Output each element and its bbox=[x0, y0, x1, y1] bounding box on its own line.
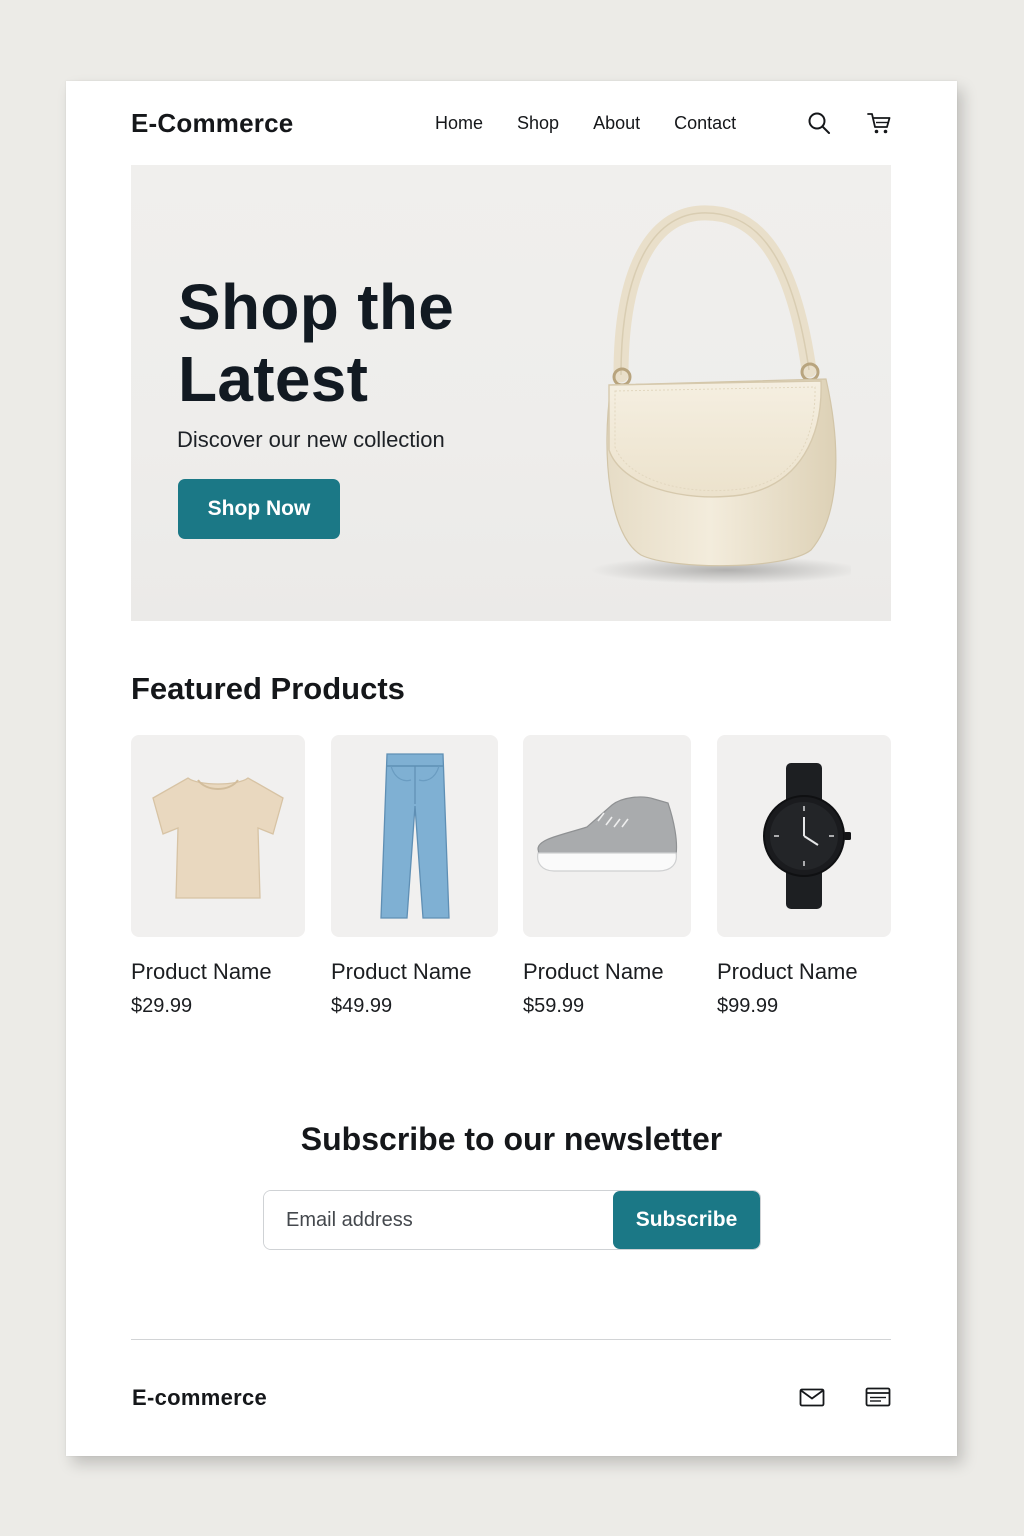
product-image-sneaker[interactable] bbox=[523, 735, 691, 937]
product-card[interactable]: Product Name $99.99 bbox=[717, 735, 891, 1018]
hero-banner: Shop the Latest Discover our new collect… bbox=[131, 165, 891, 621]
product-price: $29.99 bbox=[131, 995, 193, 1017]
product-name[interactable]: Product Name bbox=[131, 959, 305, 985]
hero-subtitle: Discover our new collection bbox=[177, 427, 445, 452]
hero-handbag-image bbox=[591, 205, 851, 584]
product-image-watch[interactable] bbox=[717, 735, 891, 937]
product-price: $99.99 bbox=[717, 995, 779, 1017]
header-actions bbox=[806, 81, 892, 165]
nav-shop[interactable]: Shop bbox=[517, 113, 559, 134]
footer-actions bbox=[799, 1384, 891, 1410]
nav-home[interactable]: Home bbox=[435, 113, 483, 134]
mail-icon[interactable] bbox=[799, 1384, 825, 1410]
newsletter-form: Subscribe bbox=[263, 1190, 761, 1250]
product-card[interactable]: Product Name $59.99 bbox=[523, 735, 691, 1018]
footer-divider bbox=[131, 1339, 891, 1340]
product-image-jeans[interactable] bbox=[331, 735, 498, 937]
site-header: E-Commerce Home Shop About Contact bbox=[131, 81, 892, 165]
nav-about[interactable]: About bbox=[593, 113, 640, 134]
product-name[interactable]: Product Name bbox=[523, 959, 691, 985]
email-field[interactable] bbox=[264, 1191, 613, 1249]
featured-title: Featured Products bbox=[131, 671, 405, 706]
subscribe-button[interactable]: Subscribe bbox=[613, 1191, 760, 1249]
product-name[interactable]: Product Name bbox=[717, 959, 891, 985]
main-nav: Home Shop About Contact bbox=[435, 81, 770, 165]
product-image-tshirt[interactable] bbox=[131, 735, 305, 937]
nav-contact[interactable]: Contact bbox=[674, 113, 736, 134]
product-grid: Product Name $29.99 Product Name $49.99 bbox=[131, 735, 891, 1025]
newsletter-title: Subscribe to our newsletter bbox=[300, 1121, 723, 1157]
card-icon[interactable] bbox=[865, 1384, 891, 1410]
site-logo[interactable]: E-Commerce bbox=[131, 108, 293, 139]
product-price: $49.99 bbox=[331, 995, 393, 1017]
shop-now-button[interactable]: Shop Now bbox=[178, 479, 340, 539]
product-card[interactable]: Product Name $49.99 bbox=[331, 735, 498, 1018]
search-icon[interactable] bbox=[806, 110, 832, 136]
footer-logo[interactable]: E-commerce bbox=[132, 1385, 267, 1411]
cart-icon[interactable] bbox=[866, 110, 892, 136]
page-card: E-Commerce Home Shop About Contact Shop … bbox=[66, 81, 957, 1456]
product-card[interactable]: Product Name $29.99 bbox=[131, 735, 305, 1018]
hero-title: Shop the Latest bbox=[178, 271, 455, 415]
product-name[interactable]: Product Name bbox=[331, 959, 498, 985]
product-price: $59.99 bbox=[523, 995, 585, 1017]
